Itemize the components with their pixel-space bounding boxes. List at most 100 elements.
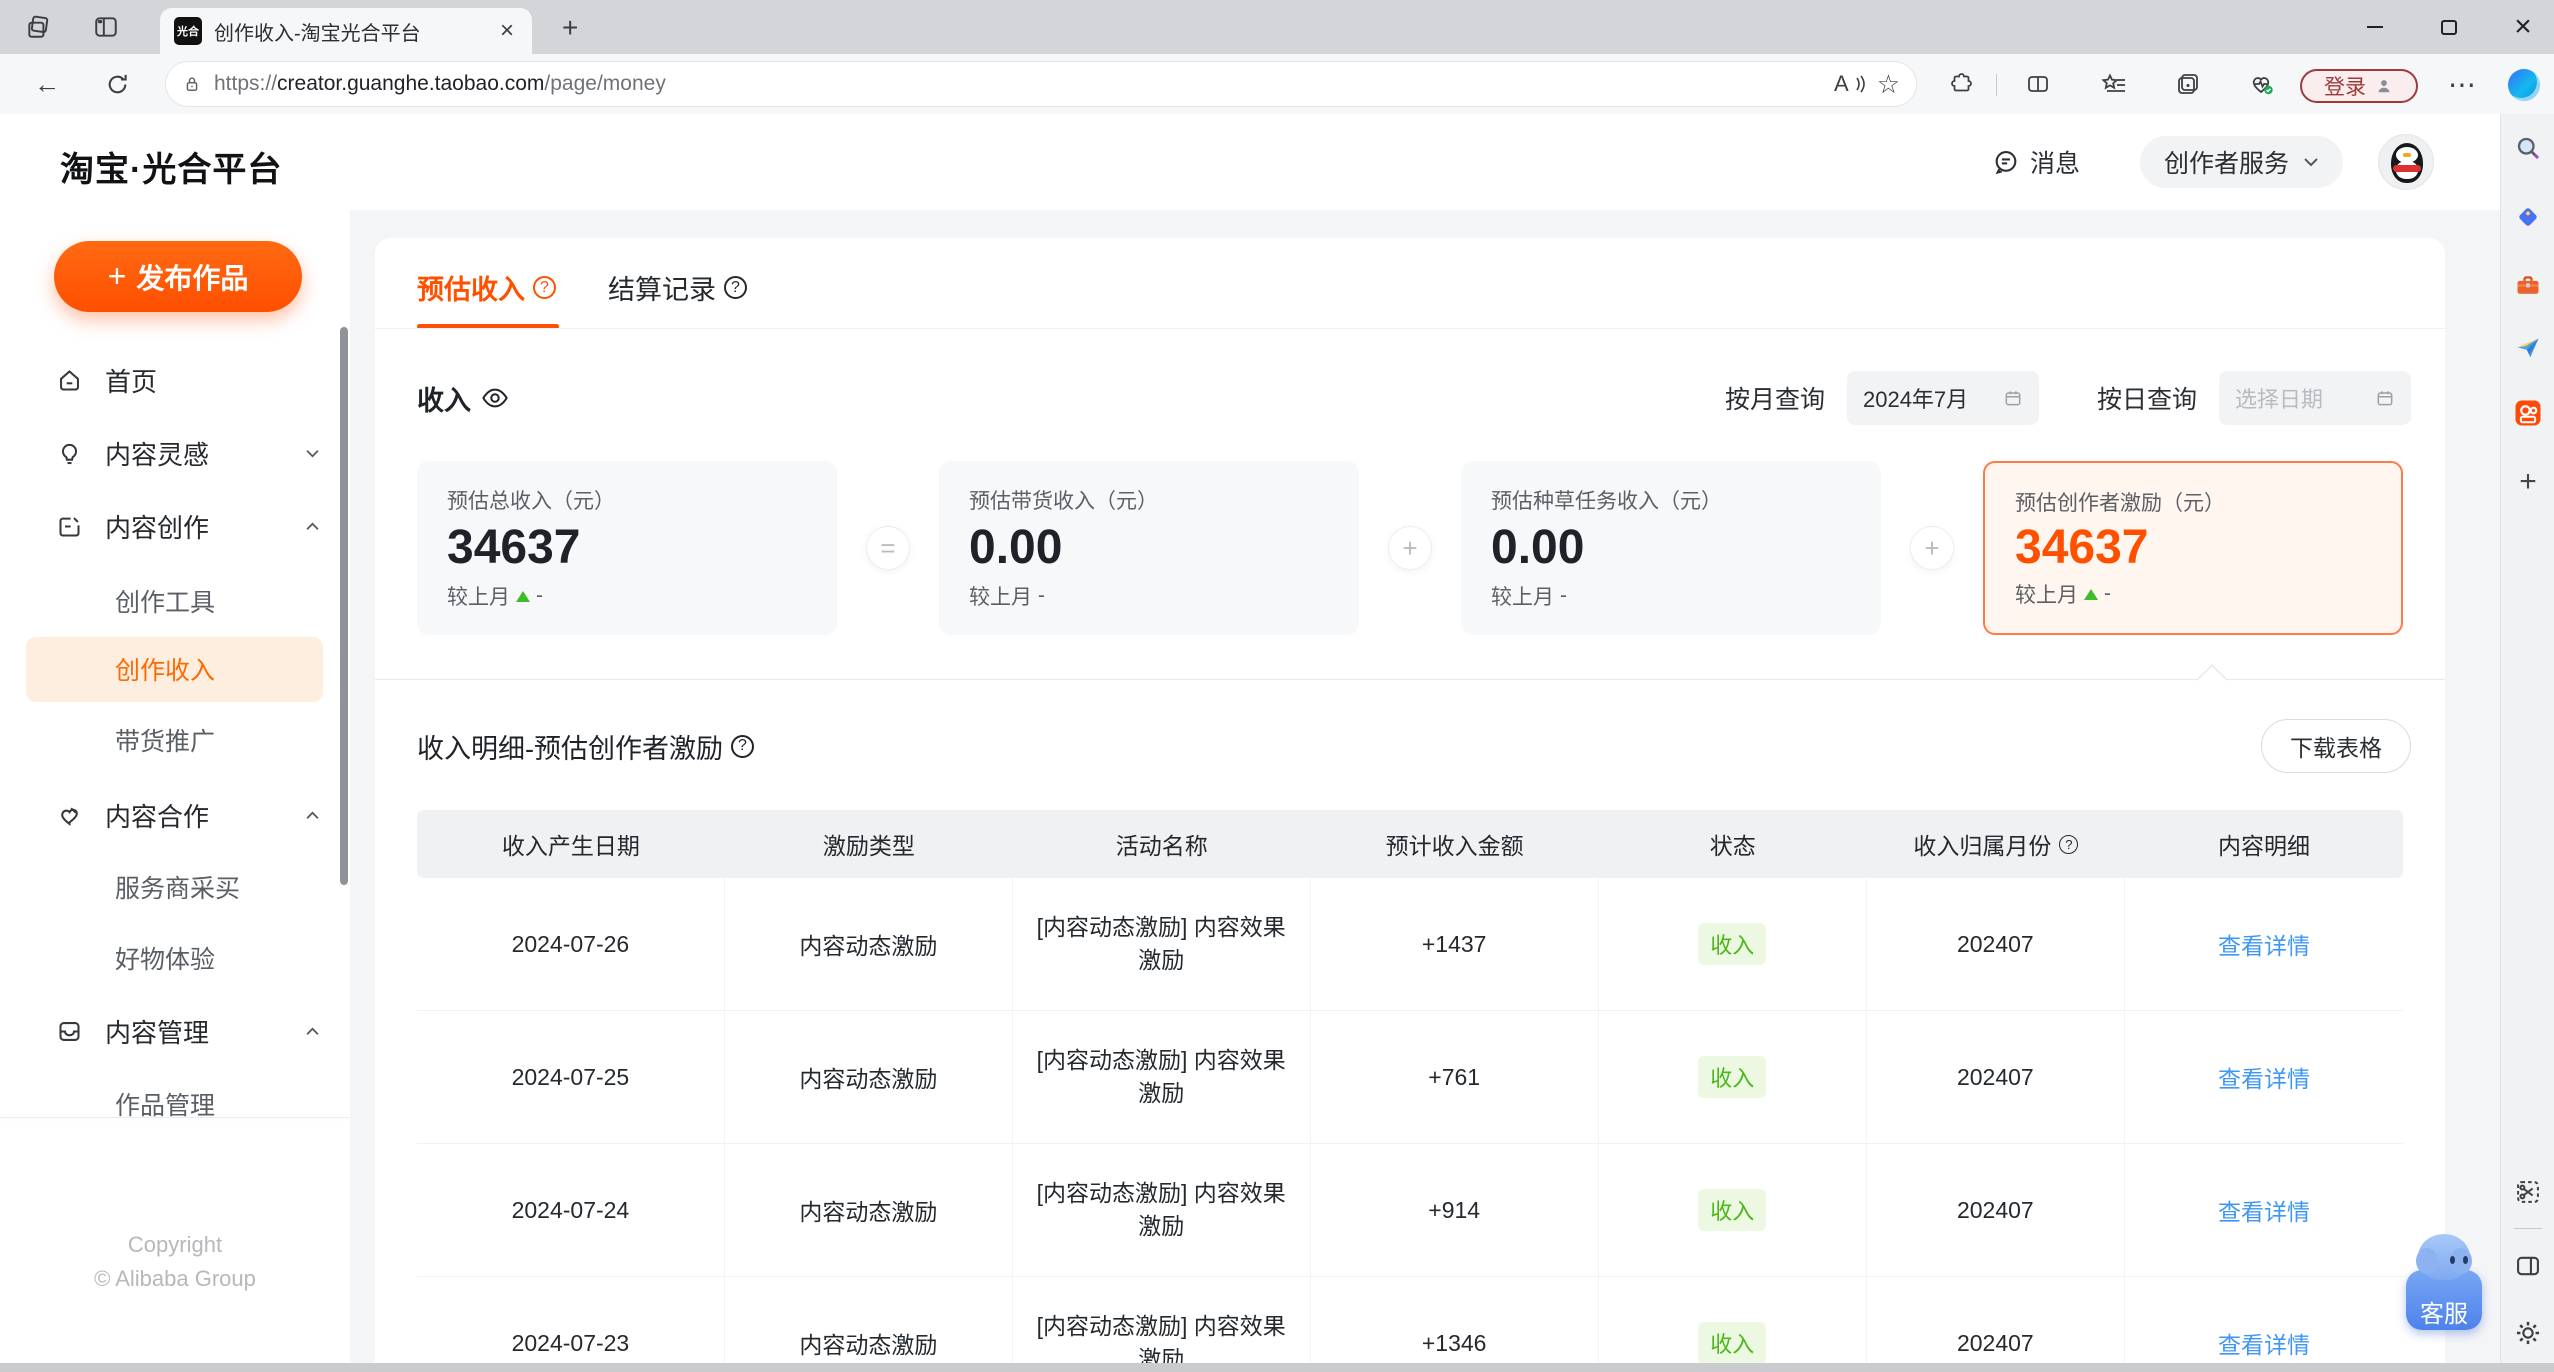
tab-actions-icon[interactable] [92, 13, 120, 41]
card-sales-income[interactable]: 预估带货收入（元） 0.00 较上月 - [939, 461, 1359, 635]
copilot-icon[interactable] [2508, 69, 2540, 101]
plus-icon: + [107, 258, 127, 294]
tab-close-icon[interactable]: × [496, 19, 518, 43]
settings-gear-icon[interactable] [2506, 1311, 2550, 1355]
card-creator-incentive[interactable]: 预估创作者激励（元） 34637 较上月 - [1983, 461, 2403, 635]
settings-more-icon[interactable]: ⋯ [2444, 68, 2480, 100]
tab-settlement-records[interactable]: 结算记录 ? [608, 268, 747, 307]
publish-work-button[interactable]: + 发布作品 [54, 241, 302, 312]
send-icon[interactable] [2506, 326, 2550, 370]
col-header-month: 收入归属月份? [1867, 810, 2125, 878]
heart-hand-icon [56, 802, 83, 829]
equals-connector: = [866, 526, 910, 570]
lightbulb-icon [56, 440, 83, 467]
creator-service-menu[interactable]: 创作者服务 [2140, 136, 2344, 188]
view-details-link[interactable]: 查看详情 [2218, 1326, 2310, 1360]
screenshot-icon[interactable] [2506, 1170, 2550, 1214]
refresh-icon[interactable] [100, 68, 134, 100]
favorites-icon[interactable] [2096, 68, 2132, 100]
tab-favicon: 光合 [174, 17, 202, 45]
window-maximize-button[interactable] [2426, 10, 2472, 44]
chevron-up-icon [305, 522, 320, 531]
browser-tab[interactable]: 光合 创作收入-淘宝光合平台 × [160, 8, 532, 54]
month-picker[interactable]: 2024年7月 [1846, 371, 2039, 425]
sidebar-group-cooperation[interactable]: 内容合作 [56, 791, 320, 839]
sidebar-item-service-purchase[interactable]: 服务商采买 [115, 865, 240, 909]
shopping-icon[interactable] [2506, 195, 2550, 239]
customer-service-button[interactable]: 客服 [2403, 1232, 2485, 1334]
sidebar-item-sales-promotion[interactable]: 带货推广 [115, 718, 215, 762]
workspaces-icon[interactable] [24, 13, 52, 41]
avatar[interactable] [2378, 134, 2434, 190]
add-sidebar-item-icon[interactable]: + [2506, 460, 2550, 504]
content-folder-icon [56, 1018, 83, 1045]
sidebar-scrollbar[interactable] [340, 327, 348, 885]
new-tab-button[interactable]: + [562, 12, 578, 44]
copyright: Copyright © Alibaba Group [94, 1232, 256, 1291]
sidebar: + 发布作品 首页 内容灵感 内容创作 创作工具 创作收入 带货推广 内容合作 … [0, 210, 350, 1372]
help-icon[interactable]: ? [731, 734, 754, 758]
status-badge: 收入 [1698, 1189, 1767, 1231]
sidebar-group-creation[interactable]: 内容创作 [56, 502, 320, 550]
extensions-icon[interactable] [1944, 68, 1980, 100]
tools-icon[interactable] [2506, 263, 2550, 307]
kuaishou-icon[interactable] [2506, 391, 2550, 435]
help-icon[interactable]: ? [2059, 834, 2079, 854]
browser-tab-bar: 光合 创作收入-淘宝光合平台 × + × [0, 0, 2554, 54]
sidebar-item-home[interactable]: 首页 [56, 356, 320, 404]
main-area: 预估收入 ? 结算记录 ? 收入 按月查询 2024年7月 按日查询 选择日期 … [350, 210, 2500, 1372]
chevron-up-icon [305, 1027, 320, 1036]
messages-button[interactable]: 消息 [1992, 144, 2080, 180]
collections-icon[interactable] [2170, 68, 2206, 100]
site-logo[interactable]: 淘宝·光合平台 [60, 142, 282, 191]
date-picker[interactable]: 选择日期 [2219, 371, 2411, 425]
browser-essentials-icon[interactable] [2244, 68, 2280, 100]
favorite-star-icon[interactable]: ☆ [1877, 69, 1900, 100]
col-header-status: 状态 [1709, 833, 1756, 859]
window-close-button[interactable]: × [2500, 10, 2546, 44]
sidebar-item-creation-income[interactable]: 创作收入 [115, 647, 215, 691]
sidebar-item-creation-tools[interactable]: 创作工具 [115, 579, 215, 623]
summary-cards: 预估总收入（元） 34637 较上月 - = 预估带货收入（元） 0.00 较上月… [417, 461, 2403, 635]
card-seeding-task-income[interactable]: 预估种草任务收入（元） 0.00 较上月 - [1461, 461, 1881, 635]
login-button[interactable]: 登录 [2300, 69, 2418, 103]
tabs-divider [375, 328, 2445, 329]
download-table-button[interactable]: 下载表格 [2261, 719, 2411, 773]
sidebar-group-inspiration[interactable]: 内容灵感 [56, 429, 320, 477]
view-details-link[interactable]: 查看详情 [2218, 1060, 2310, 1094]
read-aloud-icon[interactable]: A [1834, 71, 1865, 97]
eye-icon[interactable] [481, 384, 509, 412]
back-icon[interactable]: ← [30, 68, 64, 100]
view-details-link[interactable]: 查看详情 [2218, 1193, 2310, 1227]
sidebar-toggle-icon[interactable] [2506, 1244, 2550, 1288]
status-badge: 收入 [1698, 1322, 1767, 1364]
help-icon[interactable]: ? [724, 276, 747, 299]
edge-sidebar: + [2500, 114, 2554, 1372]
day-query-label: 按日查询 [2096, 386, 2197, 414]
table-row: 2024-07-23 内容动态激励 [内容动态激励] 内容效果激励 +1346 … [417, 1277, 2403, 1372]
lock-icon [182, 74, 202, 94]
sidebar-item-work-management[interactable]: 作品管理 [115, 1082, 215, 1126]
table-row: 2024-07-24 内容动态激励 [内容动态激励] 内容效果激励 +914 收… [417, 1144, 2403, 1277]
search-icon[interactable] [2506, 126, 2550, 170]
browser-toolbar: ← https://creator.guanghe.taobao.com/pag… [0, 54, 2554, 114]
sidebar-item-good-experience[interactable]: 好物体验 [115, 936, 215, 980]
tab-estimated-income[interactable]: 预估收入 ? [417, 268, 556, 307]
sidebar-group-management[interactable]: 内容管理 [56, 1007, 320, 1055]
site-header: 淘宝·光合平台 消息 创作者服务 [0, 114, 2554, 210]
month-query-label: 按月查询 [1724, 386, 1825, 414]
tab-title: 创作收入-淘宝光合平台 [214, 22, 421, 45]
view-details-link[interactable]: 查看详情 [2218, 927, 2310, 961]
window-minimize-button[interactable] [2352, 10, 2398, 44]
address-bar[interactable]: https://creator.guanghe.taobao.com/page/… [166, 62, 1916, 106]
split-screen-icon[interactable] [2020, 68, 2056, 100]
compose-icon [56, 513, 83, 540]
card-total-income[interactable]: 预估总收入（元） 34637 较上月 - [417, 461, 837, 635]
trend-up-icon [2084, 588, 2098, 600]
help-icon[interactable]: ? [533, 276, 556, 299]
plus-connector: + [1388, 526, 1432, 570]
status-badge: 收入 [1698, 923, 1767, 965]
bottom-scrollbar[interactable] [0, 1363, 2554, 1372]
col-header-amount: 预计收入金额 [1385, 833, 1524, 859]
table-row: 2024-07-26 内容动态激励 [内容动态激励] 内容效果激励 +1437 … [417, 878, 2403, 1011]
